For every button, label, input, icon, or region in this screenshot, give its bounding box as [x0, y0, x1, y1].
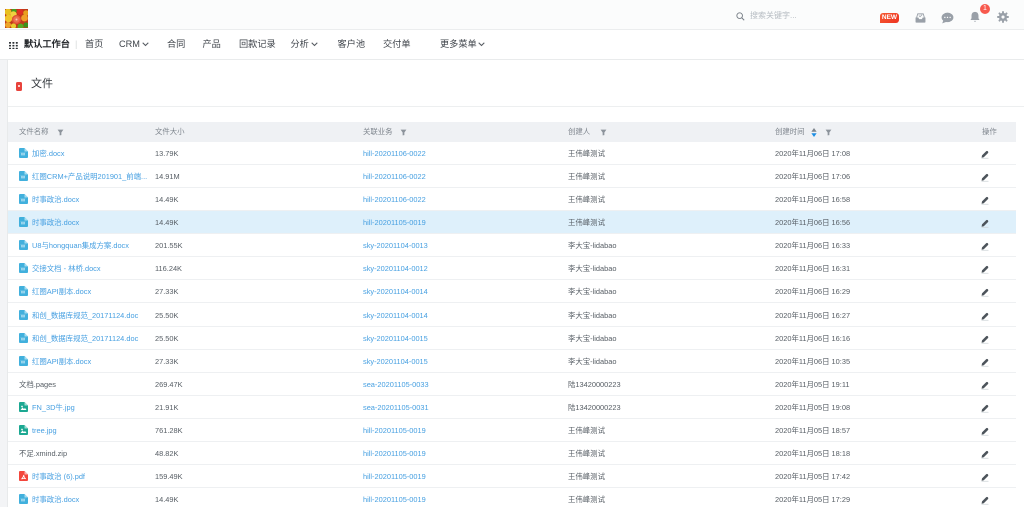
- svg-text:W: W: [21, 313, 26, 319]
- svg-text:W: W: [21, 336, 26, 342]
- svg-text:W: W: [21, 359, 26, 365]
- svg-text:W: W: [21, 175, 26, 181]
- svg-text:W: W: [21, 152, 26, 158]
- svg-text:W: W: [21, 221, 26, 227]
- svg-text:W: W: [21, 198, 26, 204]
- svg-text:W: W: [21, 498, 26, 504]
- svg-text:W: W: [21, 290, 26, 296]
- svg-text:W: W: [21, 267, 26, 273]
- svg-text:W: W: [21, 244, 26, 250]
